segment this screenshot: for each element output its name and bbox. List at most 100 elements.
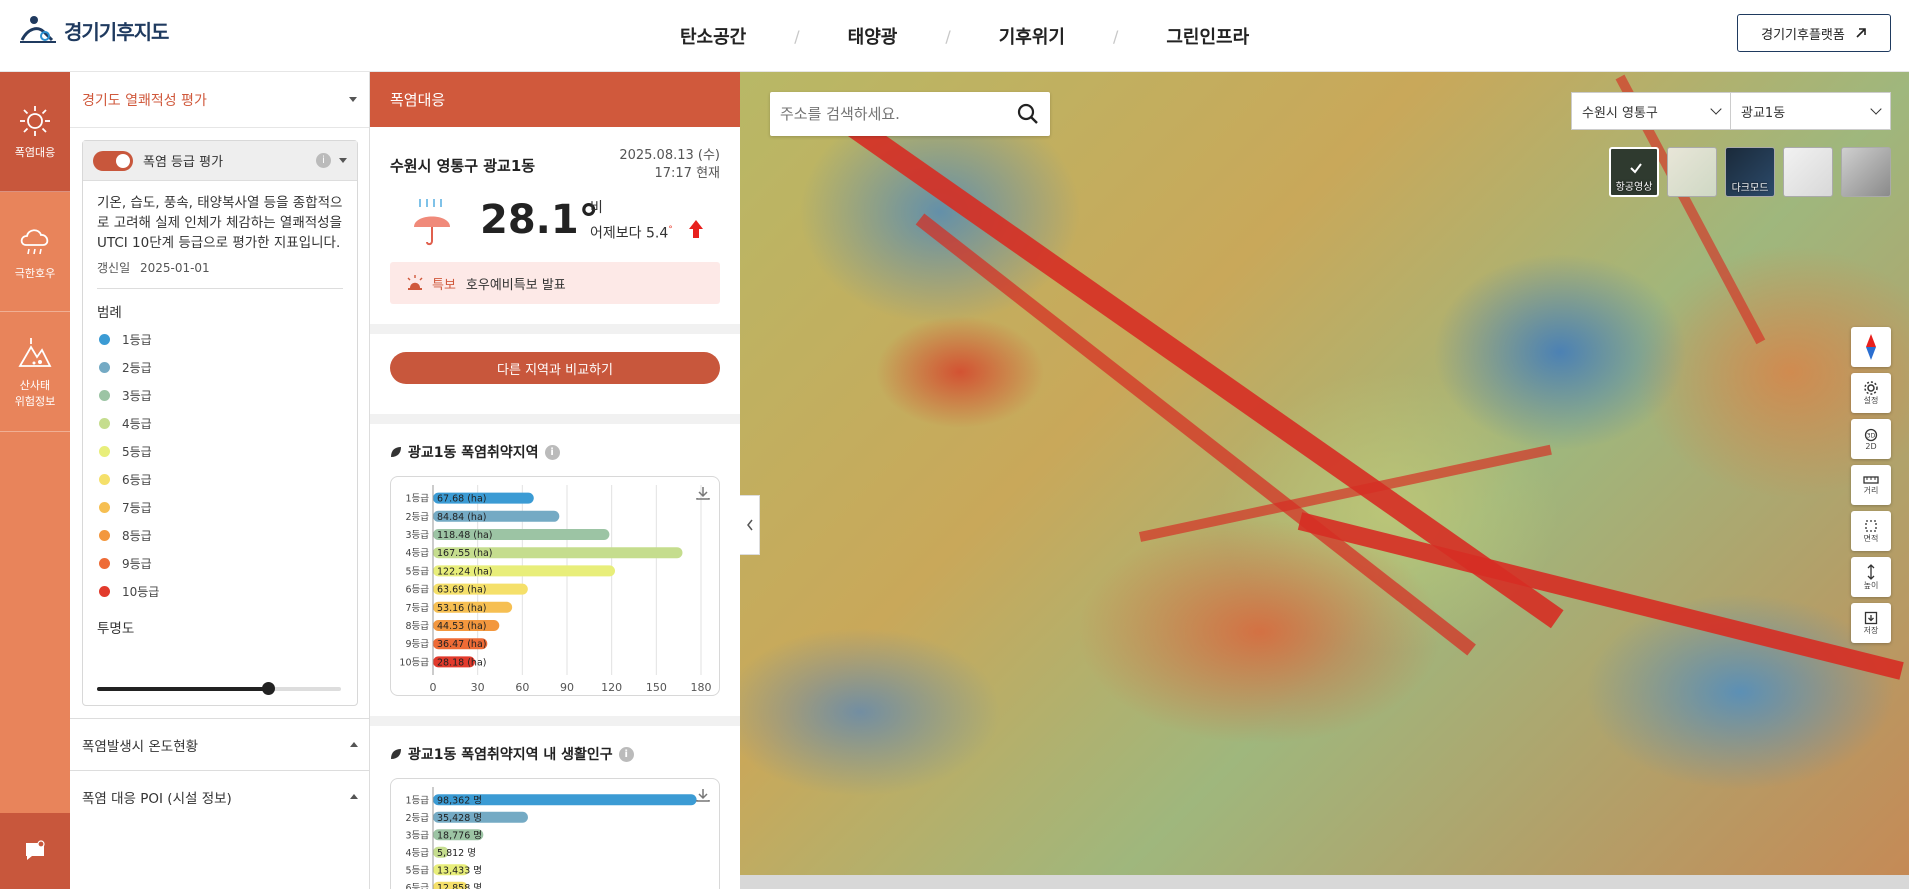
settings-button[interactable]: 설정	[1851, 373, 1891, 413]
external-arrow-icon	[1856, 28, 1866, 38]
info-icon[interactable]: i	[618, 746, 634, 762]
compare-section: 다른 지역과 비교하기	[370, 334, 740, 414]
chart2-title: 광교1동 폭염취약지역 내 생활인구 i	[390, 742, 720, 766]
legend-label: 1등급	[122, 332, 152, 347]
save-button[interactable]: 저장	[1851, 603, 1891, 643]
weather-compare-unit: °	[668, 225, 673, 235]
updated-value: 2025-01-01	[139, 261, 210, 275]
compass-icon	[1866, 334, 1876, 360]
basemap-dark[interactable]: 다크모드	[1725, 147, 1775, 197]
view-mode-label: 2D	[1865, 441, 1877, 451]
area-icon	[1865, 519, 1877, 532]
rail-item-heatwave[interactable]: 폭염대응	[0, 72, 70, 192]
city-select[interactable]: 수원시 영통구	[1571, 92, 1731, 130]
legend-dot	[99, 585, 110, 597]
weather-location: 수원시 영통구 광교1동	[390, 157, 536, 175]
basemap-hybrid[interactable]	[1841, 147, 1891, 197]
leaf-icon	[391, 749, 401, 759]
leaf-icon	[391, 447, 401, 457]
legend-label: 5등급	[122, 444, 152, 459]
legend-dot	[99, 557, 110, 569]
x-tick-label: 180	[691, 681, 712, 694]
updated-date: 갱신일 2025-01-01	[83, 253, 357, 276]
caret-down-icon	[349, 97, 357, 102]
opacity-slider-thumb[interactable]	[261, 682, 275, 695]
legend-item: 6등급	[83, 465, 357, 493]
category-label: 5등급	[405, 566, 429, 577]
distance-button[interactable]: 거리	[1851, 465, 1891, 505]
caret-down-icon[interactable]	[339, 158, 347, 163]
nav-solar[interactable]: 태양광	[818, 23, 928, 49]
basemap-white[interactable]	[1783, 147, 1833, 197]
heat-grade-toggle[interactable]	[93, 150, 133, 171]
x-tick-label: 30	[471, 681, 485, 694]
chart1-title-text: 광교1동 폭염취약지역	[408, 445, 539, 461]
search-button[interactable]	[1006, 103, 1050, 125]
rail-label-landslide: 산사태 위험정보	[14, 378, 56, 408]
chart1-box: 0 30 60 90 120 150 180 1등급 67.68 (ha) 2등급 84.84 (h…	[390, 476, 720, 696]
city-select-value: 수원시 영통구	[1582, 105, 1658, 121]
chart1-svg: 0 30 60 90 120 150 180 1등급 67.68 (ha) 2등급 84.84 (h…	[399, 485, 712, 694]
basemap-standard[interactable]	[1667, 147, 1717, 197]
legend-label: 8등급	[122, 528, 152, 543]
basemap-aerial[interactable]: 항공영상	[1609, 147, 1659, 197]
compare-region-button[interactable]: 다른 지역과 비교하기	[390, 352, 720, 384]
chevron-down-icon	[1870, 103, 1882, 115]
download-icon[interactable]	[695, 485, 711, 501]
nav-climate-crisis[interactable]: 기후위기	[969, 23, 1095, 49]
rail-item-heavy-rain[interactable]: 극한호우	[0, 192, 70, 312]
logo-text: 경기기후지도	[64, 19, 169, 44]
legend-label: 4등급	[122, 416, 152, 431]
bar-data-label: 118.48 (ha)	[437, 530, 493, 541]
legend-list: 1등급 2등급 3등급 4등급 5등급 6등급 7등급 8등급 9등급 10등급	[83, 325, 357, 605]
arrow-up-icon	[689, 220, 703, 238]
layer-panel-header[interactable]: 경기도 열쾌적성 평가	[70, 72, 369, 128]
opacity-slider[interactable]	[97, 682, 341, 695]
info-icon[interactable]: i	[316, 153, 331, 168]
map-toolbar: 설정 3D 2D 거리 면적 높이 저장	[1851, 327, 1891, 643]
svg-text:3D: 3D	[1867, 432, 1876, 439]
height-button[interactable]: 높이	[1851, 557, 1891, 597]
bar-data-label: 98,362 명	[437, 795, 482, 806]
nav-green-infra[interactable]: 그린인프라	[1136, 23, 1279, 49]
category-label: 7등급	[405, 603, 429, 614]
legend-dot	[99, 333, 110, 345]
area-label: 면적	[1863, 533, 1879, 543]
vulnerable-area-section: 광교1동 폭염취약지역 i 0 30 60 90 120 150 180 1등급 67.68 (…	[370, 424, 740, 716]
area-button[interactable]: 면적	[1851, 511, 1891, 551]
ruler-icon	[1863, 475, 1879, 484]
category-label: 6등급	[405, 585, 429, 596]
chat-button[interactable]	[0, 813, 70, 889]
logo[interactable]: 경기기후지도	[18, 14, 169, 46]
compass-button[interactable]	[1851, 327, 1891, 367]
category-label: 5등급	[405, 865, 429, 876]
info-icon[interactable]: i	[544, 444, 560, 460]
x-tick-label: 60	[515, 681, 529, 694]
rain-cloud-icon	[20, 228, 49, 254]
panel-collapse-toggle[interactable]	[740, 495, 760, 555]
section-heat-poi[interactable]: 폭염 대응 POI (시설 정보)	[70, 770, 370, 822]
address-search-input[interactable]	[780, 105, 1006, 123]
basemap-switcher: 항공영상 다크모드	[1609, 147, 1891, 197]
section-heat-temperature-label: 폭염발생시 온도현황	[82, 738, 199, 755]
nav-carbon-space[interactable]: 탄소공간	[650, 23, 776, 49]
height-label: 높이	[1863, 580, 1879, 590]
weather-compare: 어제보다 5.4°	[590, 219, 673, 245]
chart2-svg: 1등급 98,362 명 2등급 35,428 명 3등급 18,776 명 4등급 5,81…	[405, 787, 697, 889]
climate-platform-button[interactable]: 경기기후플랫폼	[1737, 14, 1891, 52]
rail-item-landslide[interactable]: 산사태 위험정보	[0, 312, 70, 432]
legend-dot	[99, 389, 110, 401]
section-heat-temperature[interactable]: 폭염발생시 온도현황	[70, 718, 370, 770]
map-view[interactable]: 수원시 영통구 광교1동 항공영상 다크모드	[740, 72, 1909, 875]
distance-label: 거리	[1863, 485, 1879, 495]
dong-select[interactable]: 광교1동	[1731, 92, 1891, 130]
rail-label-heavy-rain: 극한호우	[14, 266, 56, 280]
bar-data-label: 5,812 명	[437, 848, 476, 859]
umbrella-rain-icon	[414, 199, 450, 246]
bar-data-label: 53.16 (ha)	[437, 603, 486, 614]
weather-alert: 특보 호우예비특보 발표	[390, 262, 720, 304]
bar-data-label: 28.18 (ha)	[437, 657, 486, 668]
view-mode-button[interactable]: 3D 2D	[1851, 419, 1891, 459]
opacity-slider-fill	[97, 687, 268, 691]
download-icon[interactable]	[695, 787, 711, 803]
